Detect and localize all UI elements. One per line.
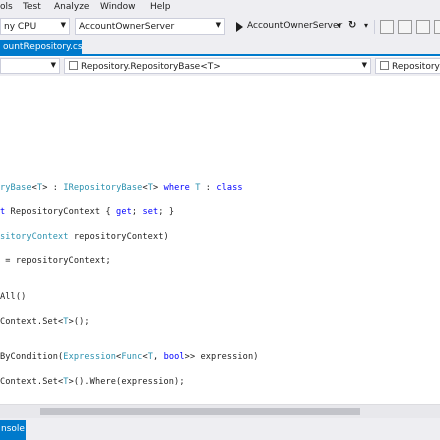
wrench-icon [380, 61, 389, 70]
chevron-down-icon: ▼ [361, 61, 367, 69]
code-editor[interactable]: ryBase<T> : IRepositoryBase<T> where T :… [0, 76, 440, 404]
code-token: > : [42, 183, 64, 193]
menu-bar: ols Test Analyze Window Help [0, 0, 440, 17]
bottom-panel: nsole [0, 418, 440, 440]
code-token: sitoryContext [0, 232, 69, 242]
code-token: bool [163, 352, 185, 362]
code-token: where [163, 183, 190, 193]
member-value: RepositoryC [392, 62, 440, 72]
chevron-down-icon: ▼ [60, 21, 66, 29]
code-token: class [216, 183, 243, 193]
code-token: = repositoryContext; [0, 256, 111, 266]
refresh-icon[interactable]: ↻ [348, 20, 356, 31]
code-token: >().Where(expression); [68, 377, 185, 387]
class-icon [69, 61, 78, 70]
run-icon[interactable] [236, 22, 243, 32]
code-token: repositoryContext) [68, 232, 169, 242]
code-line: Context.Set<T>().Where(expression); [0, 377, 185, 387]
project-dropdown[interactable]: ▼ [0, 58, 60, 74]
code-token: >> expression) [184, 352, 259, 362]
scrollbar-thumb[interactable] [40, 408, 360, 415]
code-token: Func [121, 352, 143, 362]
code-token: RepositoryContext { [5, 207, 117, 217]
code-line: t RepositoryContext { get; set; } [0, 207, 174, 217]
code-line: Context.Set<T>(); [0, 317, 90, 327]
menu-analyze[interactable]: Analyze [54, 2, 89, 12]
save-icon[interactable] [380, 20, 394, 34]
type-value: Repository.RepositoryBase<T> [81, 62, 221, 72]
code-token: ryBase [0, 183, 32, 193]
toolbar: ny CPU ▼ AccountOwnerServer ▼ AccountOwn… [0, 17, 440, 37]
code-token: >(); [68, 317, 90, 327]
chevron-down-icon: ▼ [50, 61, 56, 69]
code-token: : [200, 183, 217, 193]
run-dropdown-icon[interactable]: ▾ [337, 21, 341, 30]
document-tab-strip: ountRepository.cs [0, 37, 440, 56]
horizontal-scrollbar[interactable] [0, 404, 440, 418]
code-token: IRepositoryBase [63, 183, 143, 193]
window-icon[interactable] [434, 20, 440, 34]
menu-tools[interactable]: ols [0, 2, 13, 12]
startup-project-value: AccountOwnerServer [79, 22, 175, 32]
code-token: Context.Set< [0, 317, 64, 327]
code-token: get [116, 207, 132, 217]
code-token: ; [131, 207, 143, 217]
code-line: ByCondition(Expression<Func<T, bool>> ex… [0, 352, 259, 362]
member-dropdown[interactable]: RepositoryC [375, 58, 440, 74]
code-token: > [153, 183, 164, 193]
platform-value: ny CPU [4, 22, 37, 32]
code-token: All() [0, 292, 27, 302]
tab-console-label: nsole [1, 424, 25, 434]
code-token: , [153, 352, 164, 362]
code-token: Expression [63, 352, 117, 362]
code-token: set [142, 207, 159, 217]
startup-project-dropdown[interactable]: AccountOwnerServer ▼ [75, 18, 225, 35]
tab-console[interactable]: nsole [0, 420, 26, 440]
code-line: ryBase<T> : IRepositoryBase<T> where T :… [0, 183, 243, 193]
code-token: ByCondition( [0, 352, 64, 362]
code-line: All() [0, 292, 26, 302]
tab-label: ountRepository.cs [3, 42, 82, 52]
code-token: Context.Set< [0, 377, 64, 387]
navigation-bar: ▼ Repository.RepositoryBase<T> ▼ Reposit… [0, 57, 440, 76]
menu-window[interactable]: Window [100, 2, 136, 12]
chevron-down-icon: ▼ [215, 21, 221, 29]
toolbar-separator [374, 20, 375, 34]
run-button[interactable]: AccountOwnerServer [247, 21, 342, 31]
menu-help[interactable]: Help [150, 2, 171, 12]
code-line: = repositoryContext; [0, 256, 111, 266]
toolbox-icon[interactable] [398, 20, 412, 34]
tab-account-repository[interactable]: ountRepository.cs [0, 40, 82, 56]
code-token: ; } [158, 207, 175, 217]
properties-icon[interactable] [416, 20, 430, 34]
code-line: sitoryContext repositoryContext) [0, 232, 169, 242]
type-dropdown[interactable]: Repository.RepositoryBase<T> ▼ [64, 58, 371, 74]
menu-test[interactable]: Test [23, 2, 41, 12]
platform-dropdown[interactable]: ny CPU ▼ [0, 18, 70, 35]
refresh-dropdown-icon[interactable]: ▾ [364, 21, 368, 30]
